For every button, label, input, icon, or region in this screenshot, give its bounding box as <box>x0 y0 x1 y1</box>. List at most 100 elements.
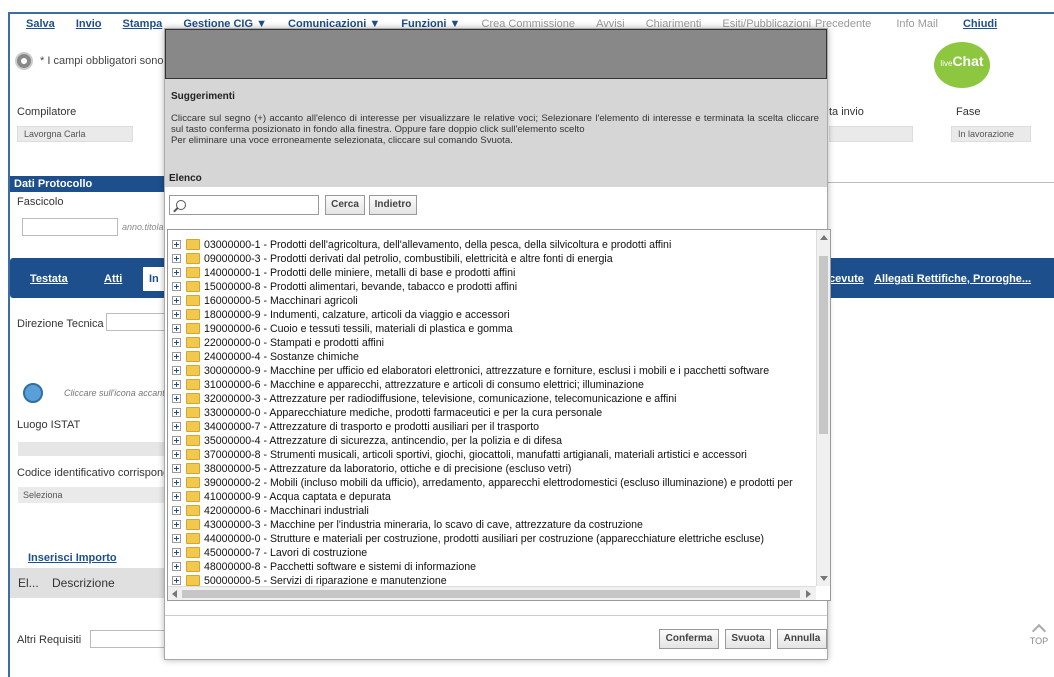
inserisci-importo-link[interactable]: Inserisci Importo <box>28 552 117 564</box>
conferma-button[interactable]: Conferma <box>659 629 719 649</box>
expand-plus-icon[interactable] <box>172 436 181 445</box>
data-invio-label: ta invio <box>829 106 864 118</box>
tree-item[interactable]: 16000000-5 - Macchinari agricoli <box>168 294 816 308</box>
tree-item[interactable]: 45000000-7 - Lavori di costruzione <box>168 546 816 560</box>
scroll-up-arrow-icon[interactable] <box>820 235 828 240</box>
tree-item[interactable]: 31000000-6 - Macchine e apparecchi, attr… <box>168 378 816 392</box>
horizontal-scroll-thumb[interactable] <box>182 590 800 598</box>
expand-plus-icon[interactable] <box>172 478 181 487</box>
help-icon[interactable] <box>15 52 33 70</box>
tree-item[interactable]: 34000000-7 - Attrezzature di trasporto e… <box>168 420 816 434</box>
chat-bubble-icon: liveChat <box>934 42 990 88</box>
tree-item[interactable]: 38000000-5 - Attrezzature da laboratorio… <box>168 462 816 476</box>
expand-plus-icon[interactable] <box>172 464 181 473</box>
tree-item[interactable]: 14000000-1 - Prodotti delle miniere, met… <box>168 266 816 280</box>
tree-item[interactable]: 37000000-8 - Strumenti musicali, articol… <box>168 448 816 462</box>
expand-plus-icon[interactable] <box>172 520 181 529</box>
fascicolo-input[interactable] <box>22 218 118 236</box>
expand-plus-icon[interactable] <box>172 380 181 389</box>
expand-plus-icon[interactable] <box>172 254 181 263</box>
tree-item-label: 34000000-7 - Attrezzature di trasporto e… <box>204 421 540 433</box>
folder-icon <box>186 505 200 516</box>
expand-plus-icon[interactable] <box>172 506 181 515</box>
menu-invio[interactable]: Invio <box>76 18 102 30</box>
expand-plus-icon[interactable] <box>172 324 181 333</box>
tree-item[interactable]: 43000000-3 - Macchine per l'industria mi… <box>168 518 816 532</box>
menu-chiudi[interactable]: Chiudi <box>963 18 997 30</box>
scroll-down-arrow-icon[interactable] <box>820 576 828 581</box>
folder-icon <box>186 379 200 390</box>
expand-plus-icon[interactable] <box>172 310 181 319</box>
tree-item-label: 44000000-0 - Strutture e materiali per c… <box>204 533 764 545</box>
indietro-button[interactable]: Indietro <box>369 195 417 215</box>
livechat-button[interactable]: liveChat <box>928 40 1000 92</box>
expand-plus-icon[interactable] <box>172 492 181 501</box>
expand-plus-icon[interactable] <box>172 366 181 375</box>
tree-item[interactable]: 24000000-4 - Sostanze chimiche <box>168 350 816 364</box>
luogo-istat-field[interactable] <box>18 442 166 456</box>
tree-item[interactable]: 18000000-9 - Indumenti, calzature, artic… <box>168 308 816 322</box>
tab-in[interactable]: In <box>143 267 165 291</box>
tree-item[interactable]: 09000000-3 - Prodotti derivati dal petro… <box>168 252 816 266</box>
direzione-tecnica-input[interactable] <box>106 313 166 331</box>
folder-icon <box>186 295 200 306</box>
tree-item[interactable]: 15000000-8 - Prodotti alimentari, bevand… <box>168 280 816 294</box>
expand-plus-icon[interactable] <box>172 576 181 585</box>
expand-plus-icon[interactable] <box>172 534 181 543</box>
tree-item-label: 41000000-9 - Acqua captata e depurata <box>204 491 391 503</box>
modal-titlebar[interactable] <box>165 29 827 79</box>
folder-icon <box>186 561 200 572</box>
col-el: El... <box>18 576 39 590</box>
tree-item[interactable]: 33000000-0 - Apparecchiature mediche, pr… <box>168 406 816 420</box>
tree-item-label: 37000000-8 - Strumenti musicali, articol… <box>204 449 747 461</box>
expand-plus-icon[interactable] <box>172 296 181 305</box>
vertical-scroll-thumb[interactable] <box>819 256 828 434</box>
tree-item[interactable]: 44000000-0 - Strutture e materiali per c… <box>168 532 816 546</box>
tree-item[interactable]: 22000000-0 - Stampati e prodotti affini <box>168 336 816 350</box>
cerca-button[interactable]: Cerca <box>325 195 365 215</box>
modal-footer-divider <box>165 615 827 616</box>
tree-item[interactable]: 30000000-9 - Macchine per ufficio ed ela… <box>168 364 816 378</box>
folder-icon <box>186 267 200 278</box>
expand-plus-icon[interactable] <box>172 422 181 431</box>
horizontal-scrollbar[interactable] <box>168 586 816 600</box>
globe-icon[interactable] <box>23 383 43 403</box>
mandatory-note: * I campi obbligatori sono <box>40 55 164 67</box>
tab-atti[interactable]: Atti <box>96 267 130 291</box>
expand-plus-icon[interactable] <box>172 562 181 571</box>
altri-requisiti-input[interactable] <box>90 630 166 648</box>
expand-plus-icon[interactable] <box>172 408 181 417</box>
tab-allegati-rettifiche[interactable]: Allegati Rettifiche, Proroghe... <box>866 267 1039 291</box>
tree-item[interactable]: 19000000-6 - Cuoio e tessuti tessili, ma… <box>168 322 816 336</box>
expand-plus-icon[interactable] <box>172 240 181 249</box>
menu-stampa[interactable]: Stampa <box>123 18 163 30</box>
expand-plus-icon[interactable] <box>172 450 181 459</box>
cpv-tree-list: 03000000-1 - Prodotti dell'agricoltura, … <box>167 229 831 601</box>
suggestions-title: Suggerimenti <box>171 91 235 102</box>
expand-plus-icon[interactable] <box>172 338 181 347</box>
back-to-top-button[interactable]: TOP <box>1026 623 1052 646</box>
vertical-scrollbar[interactable] <box>816 230 830 586</box>
scroll-left-arrow-icon[interactable] <box>172 590 177 598</box>
tree-item[interactable]: 48000000-8 - Pacchetti software e sistem… <box>168 560 816 574</box>
expand-plus-icon[interactable] <box>172 352 181 361</box>
tree-item[interactable]: 41000000-9 - Acqua captata e depurata <box>168 490 816 504</box>
search-input[interactable] <box>169 195 319 215</box>
suggestions-text: Cliccare sul segno (+) accanto all'elenc… <box>171 113 819 146</box>
expand-plus-icon[interactable] <box>172 394 181 403</box>
codice-select[interactable]: Seleziona <box>18 487 166 503</box>
menu-salva[interactable]: Salva <box>26 18 55 30</box>
expand-plus-icon[interactable] <box>172 282 181 291</box>
expand-plus-icon[interactable] <box>172 548 181 557</box>
scroll-right-arrow-icon[interactable] <box>806 590 811 598</box>
svuota-button[interactable]: Svuota <box>725 629 771 649</box>
annulla-button[interactable]: Annulla <box>777 629 827 649</box>
tree-item[interactable]: 32000000-3 - Attrezzature per radiodiffu… <box>168 392 816 406</box>
expand-plus-icon[interactable] <box>172 268 181 277</box>
tree-item-label: 38000000-5 - Attrezzature da laboratorio… <box>204 463 572 475</box>
tree-item[interactable]: 03000000-1 - Prodotti dell'agricoltura, … <box>168 238 816 252</box>
tree-item[interactable]: 35000000-4 - Attrezzature di sicurezza, … <box>168 434 816 448</box>
tree-item[interactable]: 42000000-6 - Macchinari industriali <box>168 504 816 518</box>
tab-testata[interactable]: Testata <box>22 267 76 291</box>
tree-item[interactable]: 39000000-2 - Mobili (incluso mobili da u… <box>168 476 816 490</box>
